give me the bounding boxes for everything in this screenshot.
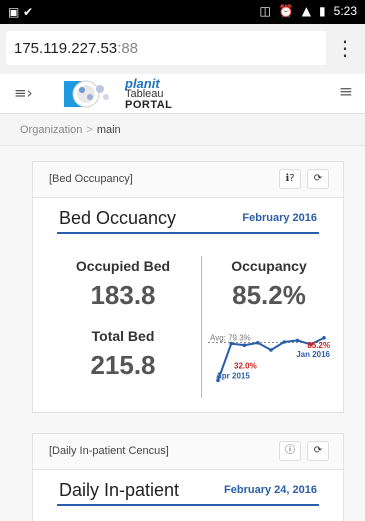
alarm-icon: ⏰ [278,4,294,18]
title-underline [57,232,319,234]
occupancy-sparkline[interactable]: Avg: 79.3% 32.0%Apr 2015 85.2%Jan 2016 [208,326,332,400]
title-underline [57,504,319,506]
refresh-icon[interactable]: ⟳ [307,441,329,461]
panel-bed-occupancy: [Bed Occupancy] ℹ? ⟳ Bed Occuancy Februa… [32,161,344,413]
kpi-value: 85.2% [232,280,306,310]
kpi-label: Total Bed [91,328,155,344]
breadcrumb-current: main [96,124,121,136]
kpi-value: 183.8 [90,280,156,310]
viz-date: February 24, 2016 [224,484,317,496]
data-point[interactable] [229,341,234,346]
signal-icon: ▲ [301,4,312,18]
panel-title: [Daily In-patient Cencus] [49,445,169,457]
app-notification-icon: ✔ [22,5,34,19]
vibrate-icon: ◫ [259,4,271,18]
notification-icons: ▣ ✔ [8,4,33,19]
panel-tools: ℹ? ⟳ [279,169,329,189]
battery-icon: ▮ [319,4,326,18]
data-point[interactable] [282,340,287,344]
system-icons: ◫ ⏰ ▲ ▮ 5:23 [260,4,358,18]
data-point[interactable] [242,343,247,347]
viz-title: Daily In-patient [59,480,180,500]
kpi-occupancy: Occupancy 85.2% [205,258,333,311]
panel-header: [Bed Occupancy] ℹ? ⟳ [33,162,343,198]
refresh-icon[interactable]: ⟳ [307,169,329,189]
panel-tools: ⓘ ⟳ [279,441,329,461]
logo-icon [64,80,109,108]
viz-daily-inpatient[interactable]: Daily In-patient February 24, 2016 [45,470,331,521]
sidebar-toggle-icon[interactable]: ≡› [14,84,33,102]
status-bar: ▣ ✔ ◫ ⏰ ▲ ▮ 5:23 [0,0,365,24]
average-label: Avg: 79.3% [210,334,251,343]
url-host: 175.119.227.53 [14,40,118,57]
kpi-value: 215.8 [90,350,156,380]
kpi-label: Occupancy [231,258,307,274]
min-value-label: 32.0% [234,361,257,370]
info-icon[interactable]: ⓘ [279,441,301,461]
menu-icon[interactable]: ≡ [339,82,353,102]
viz-date: February 2016 [242,212,317,224]
kpi-label: Occupied Bed [75,258,171,274]
column-divider [201,256,202,398]
dashboard-content: [Bed Occupancy] ℹ? ⟳ Bed Occuancy Februa… [0,146,365,521]
browser-toolbar: 175.119.227.53:88 ⋮ [0,24,365,74]
url-field[interactable]: 175.119.227.53:88 [6,31,326,65]
breadcrumb-separator: > [86,124,93,136]
message-icon: ▣ [8,5,20,19]
data-point[interactable] [295,338,300,343]
panel-daily-inpatient: [Daily In-patient Cencus] ⓘ ⟳ Daily In-p… [32,433,344,521]
data-point[interactable] [322,336,326,340]
viz-bed-occupancy[interactable]: Bed Occuancy February 2016 Occupied Bed … [45,198,333,412]
info-icon[interactable]: ℹ? [279,169,301,189]
last-date-label: Jan 2016 [296,350,330,359]
data-point[interactable] [255,341,260,345]
min-date-label: Apr 2015 [216,371,250,380]
browser-menu-icon[interactable]: ⋮ [335,34,355,62]
logo-text: planit Tableau PORTAL [125,77,173,111]
data-point[interactable] [269,348,273,352]
last-value-label: 85.2% [307,341,330,350]
breadcrumb: Organization > main [0,114,365,146]
breadcrumb-root[interactable]: Organization [20,124,82,136]
panel-title: [Bed Occupancy] [49,173,133,185]
kpi-occupied-bed: Occupied Bed 183.8 [51,258,195,311]
status-time: 5:23 [333,4,357,18]
app-header: ≡› planit Tableau PORTAL ≡ [0,74,365,114]
url-port: :88 [117,40,139,57]
kpi-total-bed: Total Bed 215.8 [51,328,195,381]
logo-line-3: PORTAL [125,99,173,111]
panel-header: [Daily In-patient Cencus] ⓘ ⟳ [33,434,343,470]
viz-title: Bed Occuancy [59,208,177,228]
